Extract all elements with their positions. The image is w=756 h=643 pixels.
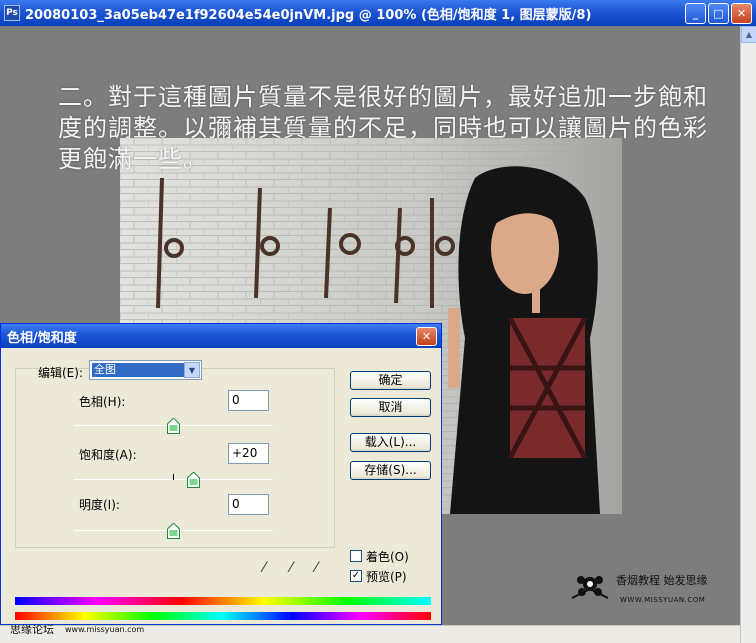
vertical-scrollbar[interactable]: ▲ [740,26,756,643]
hue-label: 色相(H): [79,395,126,409]
minimize-button[interactable]: _ [685,3,706,24]
saturation-label: 饱和度(A): [79,448,137,462]
load-button[interactable]: 载入(L)... [350,433,431,452]
lightness-input[interactable]: 0 [228,494,269,515]
document-icon: Ps [4,5,20,21]
eyedropper-icon[interactable]: ⁄ [263,560,265,576]
edit-dropdown[interactable]: 全图 ▼ [89,360,202,380]
window-title-bar[interactable]: Ps 20080103_3a05eb47e1f92604e54e0jnVM.jp… [0,0,756,26]
scroll-up-arrow-icon[interactable]: ▲ [741,26,756,43]
eyedropper-minus-icon[interactable]: ⁄ [315,560,317,576]
saturation-slider-thumb[interactable] [186,472,200,488]
forum-url: www.missyuan.com [65,625,145,634]
saturation-center-tick [173,474,174,480]
edit-label: 编辑(E): [38,366,83,380]
close-button[interactable]: ✕ [731,3,752,24]
cancel-button[interactable]: 取消 [350,398,431,417]
output-color-spectrum [15,612,431,620]
preview-label: 预览(P) [366,570,407,584]
watermark-url: WWW.MISSYUAN.COM [620,596,706,604]
maximize-button[interactable]: □ [708,3,729,24]
flower-logo-icon [571,576,609,599]
colorize-label: 着色(O) [366,550,409,564]
saturation-input[interactable]: +20 [228,443,269,464]
hue-slider-thumb[interactable] [167,418,180,434]
dialog-close-button[interactable]: ✕ [416,327,437,346]
watermark-title: 香烟教程 始发思缘 [616,574,708,587]
save-button[interactable]: 存储(S)... [350,461,431,480]
dialog-title: 色相/饱和度 [7,330,77,346]
lightness-label: 明度(I): [79,498,120,512]
preview-checkbox[interactable]: ✓ [350,570,362,582]
hue-input[interactable]: 0 [228,390,269,411]
input-color-spectrum [15,597,431,605]
hue-saturation-dialog: 色相/饱和度 ✕ 编辑(E): 全图 ▼ 色相(H): 0 饱和度(A): +2… [0,323,442,625]
lightness-slider-thumb[interactable] [167,523,180,539]
chevron-down-icon[interactable]: ▼ [184,362,200,378]
adjustment-group [15,368,335,548]
window-title: 20080103_3a05eb47e1f92604e54e0jnVM.jpg @… [25,7,592,23]
edit-dropdown-value: 全图 [92,363,184,377]
ok-button[interactable]: 确定 [350,371,431,390]
overlay-caption: 二。對于這種圖片質量不是很好的圖片，最好追加一步飽和度的調整。以彌補其質量的不足… [58,83,708,173]
dialog-title-bar[interactable]: 色相/饱和度 [1,324,441,348]
colorize-checkbox[interactable] [350,550,362,562]
eyedropper-plus-icon[interactable]: ⁄ [290,560,292,576]
